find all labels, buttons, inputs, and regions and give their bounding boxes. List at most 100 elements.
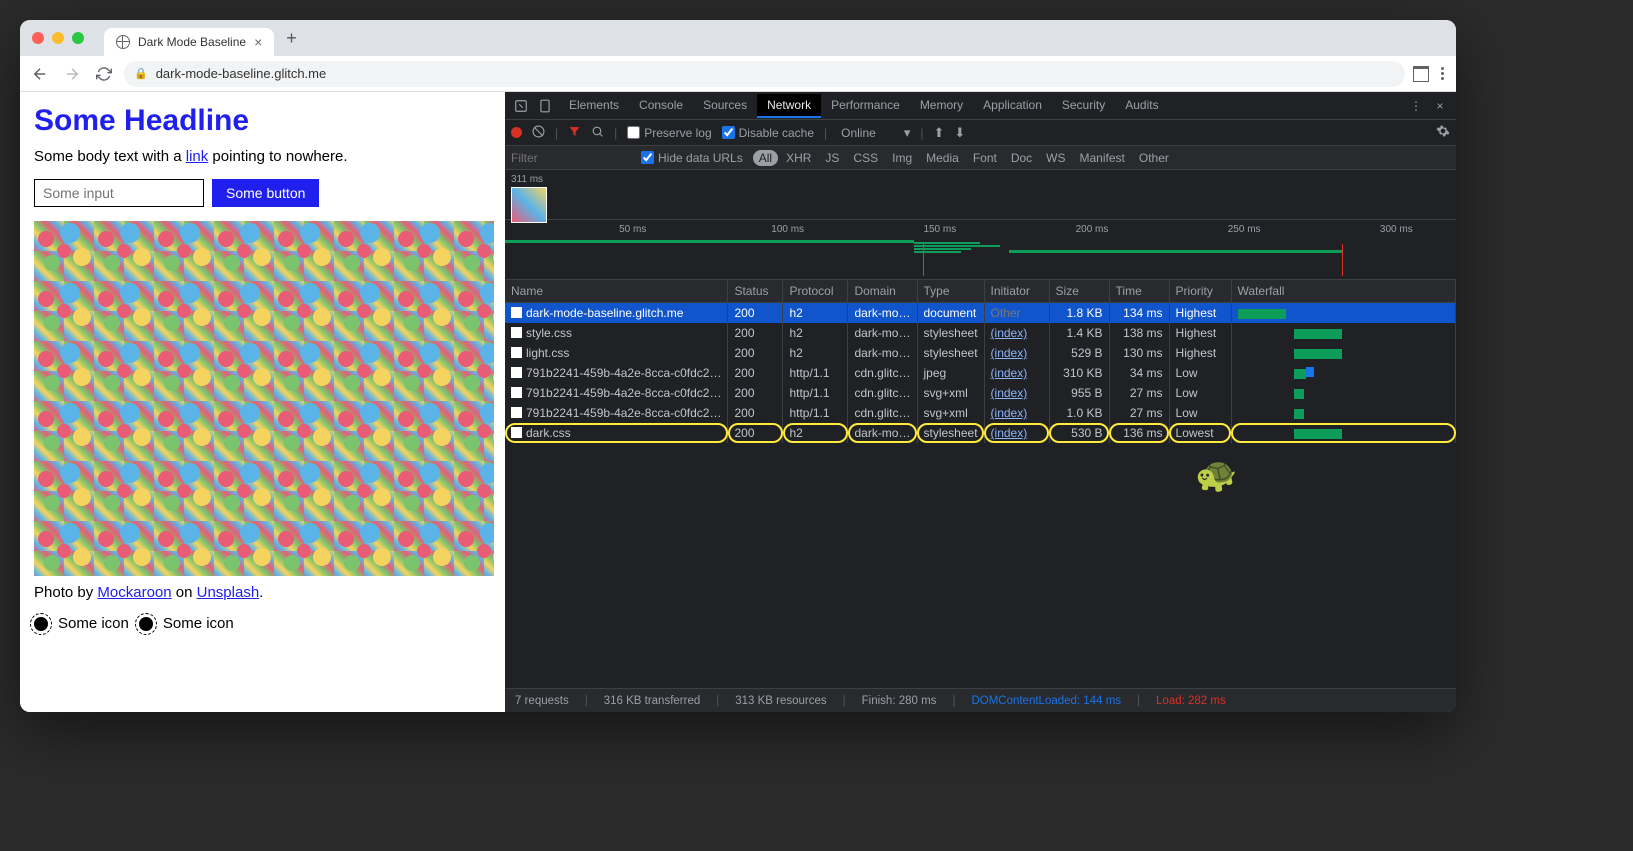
load-marker (1342, 244, 1343, 276)
caption-author-link[interactable]: Mockaroon (97, 584, 171, 601)
minimize-window-button[interactable] (52, 32, 64, 44)
traffic-lights (32, 32, 84, 44)
upload-icon[interactable]: ⬆ (933, 125, 944, 141)
hero-image (34, 221, 494, 576)
globe-icon (116, 35, 130, 49)
timeline-tick: 50 ms (619, 224, 646, 235)
new-tab-button[interactable]: + (286, 28, 297, 49)
body-link[interactable]: link (186, 148, 209, 165)
devtools-tab-memory[interactable]: Memory (910, 94, 973, 118)
browser-tab[interactable]: Dark Mode Baseline × (104, 28, 274, 56)
photo-caption: Photo by Mockaroon on Unsplash. (34, 584, 491, 601)
network-row[interactable]: dark.css200h2dark-mo…stylesheet(index)53… (505, 423, 1456, 443)
back-button[interactable] (28, 62, 52, 86)
network-row[interactable]: 791b2241-459b-4a2e-8cca-c0fdc2…200http/1… (505, 403, 1456, 423)
caption-site-link[interactable]: Unsplash (197, 584, 260, 601)
filter-type-media[interactable]: Media (920, 150, 965, 166)
devtools-tab-security[interactable]: Security (1052, 94, 1115, 118)
column-header-initiator[interactable]: Initiator (984, 280, 1049, 303)
devtools-tab-audits[interactable]: Audits (1115, 94, 1168, 118)
timeline-bar (505, 240, 914, 243)
record-button[interactable] (511, 127, 522, 138)
column-header-waterfall[interactable]: Waterfall (1231, 280, 1455, 303)
filter-type-font[interactable]: Font (967, 150, 1003, 166)
network-row[interactable]: style.css200h2dark-mo…stylesheet(index)1… (505, 323, 1456, 343)
network-row[interactable]: 791b2241-459b-4a2e-8cca-c0fdc2…200http/1… (505, 363, 1456, 383)
overview-time: 311 ms (511, 174, 547, 185)
devtools-panel: ElementsConsoleSourcesNetworkPerformance… (505, 92, 1456, 712)
devtools-close-icon[interactable]: × (1430, 96, 1450, 116)
filter-type-img[interactable]: Img (886, 150, 918, 166)
timeline-tick: 300 ms (1380, 224, 1413, 235)
column-header-status[interactable]: Status (728, 280, 783, 303)
preserve-log-label: Preserve log (644, 126, 711, 140)
text-input[interactable] (34, 179, 204, 207)
bulb-icon (34, 617, 48, 631)
icon-label-1: Some icon (58, 615, 129, 632)
close-tab-icon[interactable]: × (254, 34, 262, 50)
download-icon[interactable]: ⬇ (954, 125, 965, 141)
dcl-marker (923, 244, 924, 276)
network-table: NameStatusProtocolDomainTypeInitiatorSiz… (505, 280, 1456, 688)
chevron-down-icon[interactable]: ▾ (904, 125, 911, 141)
throttle-select[interactable]: Online (841, 126, 876, 140)
close-window-button[interactable] (32, 32, 44, 44)
filter-type-xhr[interactable]: XHR (780, 150, 817, 166)
filter-type-js[interactable]: JS (819, 150, 845, 166)
browser-menu-icon[interactable] (1441, 67, 1444, 80)
clear-button[interactable] (532, 125, 545, 141)
devtools-tab-elements[interactable]: Elements (559, 94, 629, 118)
devtools-tab-network[interactable]: Network (757, 94, 821, 118)
devtools-tab-application[interactable]: Application (973, 94, 1052, 118)
devtools-tab-sources[interactable]: Sources (693, 94, 757, 118)
column-header-name[interactable]: Name (505, 280, 728, 303)
column-header-domain[interactable]: Domain (848, 280, 917, 303)
disable-cache-label: Disable cache (739, 126, 814, 140)
devtools-tab-console[interactable]: Console (629, 94, 693, 118)
tab-title: Dark Mode Baseline (138, 35, 246, 49)
page-body: Some body text with a link pointing to n… (34, 148, 491, 165)
network-row[interactable]: light.css200h2dark-mo…stylesheet(index)5… (505, 343, 1456, 363)
status-finish: Finish: 280 ms (862, 695, 937, 707)
column-header-protocol[interactable]: Protocol (783, 280, 848, 303)
network-row[interactable]: dark-mode-baseline.glitch.me200h2dark-mo… (505, 303, 1456, 324)
status-dcl: DOMContentLoaded: 144 ms (971, 695, 1121, 707)
address-bar[interactable]: 🔒 dark-mode-baseline.glitch.me (124, 61, 1405, 87)
submit-button[interactable]: Some button (212, 179, 319, 207)
filter-type-other[interactable]: Other (1133, 150, 1175, 166)
maximize-window-button[interactable] (72, 32, 84, 44)
column-header-priority[interactable]: Priority (1169, 280, 1231, 303)
column-header-time[interactable]: Time (1109, 280, 1169, 303)
filter-type-css[interactable]: CSS (847, 150, 884, 166)
column-header-size[interactable]: Size (1049, 280, 1109, 303)
filter-type-all[interactable]: All (753, 150, 778, 166)
toolbar-row: 🔒 dark-mode-baseline.glitch.me (20, 56, 1456, 92)
network-row[interactable]: 791b2241-459b-4a2e-8cca-c0fdc2…200http/1… (505, 383, 1456, 403)
extension-icon[interactable] (1413, 66, 1429, 82)
filter-input[interactable] (511, 151, 631, 165)
overview-thumbnail (511, 187, 547, 223)
devtools-menu-icon[interactable]: ⋮ (1406, 96, 1426, 116)
devtools-tab-performance[interactable]: Performance (821, 94, 910, 118)
search-icon[interactable] (591, 125, 604, 141)
filter-type-ws[interactable]: WS (1040, 150, 1071, 166)
hide-data-urls-checkbox[interactable]: Hide data URLs (641, 151, 743, 165)
device-icon[interactable] (535, 96, 555, 116)
timeline-tick: 200 ms (1076, 224, 1109, 235)
caption-pre: Photo by (34, 584, 97, 601)
filter-type-doc[interactable]: Doc (1005, 150, 1038, 166)
settings-icon[interactable] (1436, 124, 1450, 141)
timeline[interactable]: 50 ms100 ms150 ms200 ms250 ms300 ms (505, 220, 1456, 280)
page-headline: Some Headline (34, 104, 491, 138)
disable-cache-checkbox[interactable]: Disable cache (722, 126, 814, 140)
filter-icon[interactable] (568, 125, 581, 141)
column-header-type[interactable]: Type (917, 280, 984, 303)
timeline-tick: 150 ms (923, 224, 956, 235)
inspect-icon[interactable] (511, 96, 531, 116)
forward-button[interactable] (60, 62, 84, 86)
caption-end: . (259, 584, 263, 601)
reload-button[interactable] (92, 62, 116, 86)
filter-type-manifest[interactable]: Manifest (1074, 150, 1131, 166)
preserve-log-checkbox[interactable]: Preserve log (627, 126, 711, 140)
caption-mid: on (172, 584, 197, 601)
